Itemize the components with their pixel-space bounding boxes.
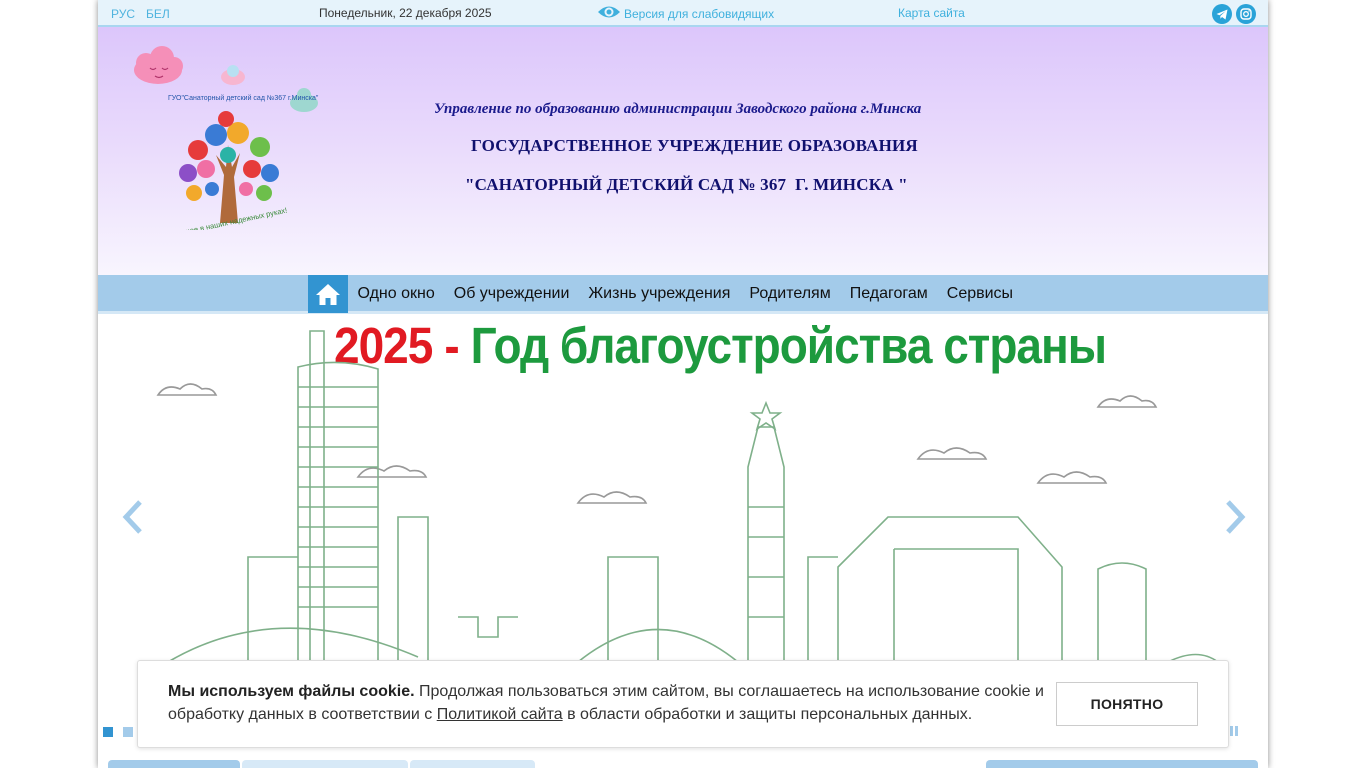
- nav-item-life[interactable]: Жизнь учреждения: [579, 285, 740, 303]
- sitemap-link[interactable]: Карта сайта: [898, 6, 965, 20]
- nav-item-parents[interactable]: Родителям: [740, 285, 840, 303]
- content-tab-2[interactable]: [242, 760, 408, 768]
- eye-icon: [598, 6, 620, 18]
- privacy-policy-link[interactable]: Политикой сайта: [437, 706, 563, 723]
- lang-ru-link[interactable]: РУС: [111, 7, 135, 21]
- slider-dot-active[interactable]: [103, 727, 113, 737]
- content-tab-3[interactable]: [410, 760, 535, 768]
- low-vision-label: Версия для слабовидящих: [624, 7, 775, 21]
- slider-dots: [103, 727, 133, 737]
- current-date: Понедельник, 22 декабря 2025: [319, 6, 492, 20]
- pause-icon[interactable]: [1230, 726, 1238, 736]
- chevron-left-icon: [122, 500, 142, 534]
- slider-prev-button[interactable]: [118, 497, 148, 537]
- slider-next-button[interactable]: [1220, 497, 1250, 537]
- instagram-icon[interactable]: [1236, 4, 1256, 24]
- cookie-notice: Мы используем файлы cookie. Продолжая по…: [137, 660, 1229, 748]
- low-vision-link[interactable]: Версия для слабовидящих: [597, 3, 774, 21]
- slider-dot[interactable]: [123, 727, 133, 737]
- home-button[interactable]: [308, 275, 348, 313]
- header-title-line2: "САНАТОРНЫЙ ДЕТСКИЙ САД № 367 Г. МИНСКА …: [465, 175, 908, 194]
- nav-item-teachers[interactable]: Педагогам: [840, 285, 937, 303]
- site-logo[interactable]: ГУО"Санаторный детский сад №367 г.Минска…: [128, 45, 328, 240]
- page: РУС БЕЛ Понедельник, 22 декабря 2025 Вер…: [98, 0, 1268, 768]
- cookie-text: Мы используем файлы cookie. Продолжая по…: [168, 683, 1044, 723]
- cookie-accept-button[interactable]: ПОНЯТНО: [1056, 682, 1198, 726]
- site-header: ГУО"Санаторный детский сад №367 г.Минска…: [98, 27, 1268, 275]
- main-nav: Одно окно Об учреждении Жизнь учреждения…: [98, 275, 1268, 314]
- nav-item-services[interactable]: Сервисы: [937, 285, 1022, 303]
- chevron-right-icon: [1226, 500, 1246, 534]
- nav-item-about[interactable]: Об учреждении: [444, 285, 579, 303]
- svg-text:ГУО"Санаторный детский сад №36: ГУО"Санаторный детский сад №367 г.Минска…: [168, 94, 319, 102]
- lang-be-link[interactable]: БЕЛ: [146, 7, 170, 21]
- header-subtitle: Управление по образованию администрации …: [434, 101, 922, 117]
- cloud-icon: [134, 46, 183, 84]
- top-bar: РУС БЕЛ Понедельник, 22 декабря 2025 Вер…: [98, 0, 1268, 27]
- home-icon: [316, 284, 340, 305]
- header-title-line1: ГОСУДАРСТВЕННОЕ УЧРЕЖДЕНИЕ ОБРАЗОВАНИЯ: [471, 136, 918, 155]
- nav-item-one-window[interactable]: Одно окно: [348, 285, 444, 303]
- content-tab-1[interactable]: [108, 760, 240, 768]
- telegram-icon[interactable]: [1212, 4, 1232, 24]
- search-box[interactable]: [986, 760, 1258, 768]
